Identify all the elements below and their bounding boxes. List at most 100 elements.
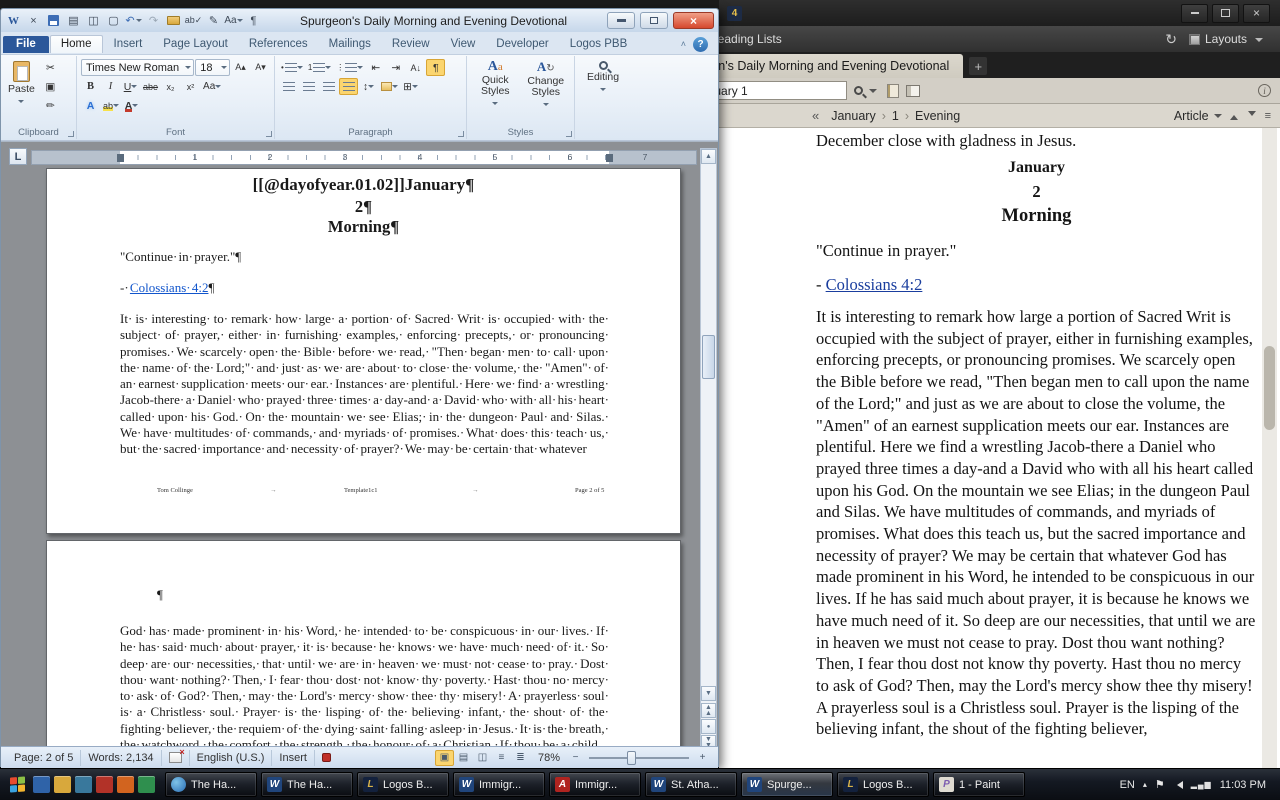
font-size-combo[interactable]: 18 — [195, 59, 230, 76]
dialog-launcher-icon[interactable] — [566, 131, 572, 137]
panel-menu-icon[interactable]: ≡ — [1265, 110, 1271, 122]
copy-button[interactable]: ▣ — [41, 78, 60, 95]
volume-icon[interactable] — [1173, 780, 1183, 789]
book-icon[interactable] — [887, 83, 899, 98]
web-layout-button[interactable]: ◫ — [473, 750, 492, 766]
cut-button[interactable]: ✂ — [41, 59, 60, 76]
back-button[interactable]: « — [812, 108, 819, 123]
action-center-icon[interactable]: ⚑ — [1155, 778, 1165, 791]
next-article-icon[interactable] — [1247, 111, 1256, 120]
justify-button[interactable] — [339, 78, 358, 95]
full-screen-reading-button[interactable]: ▤ — [454, 750, 473, 766]
subscript-button[interactable]: x₂ — [161, 78, 180, 95]
taskbar-window-button[interactable]: W St. Atha... — [645, 772, 737, 797]
dialog-launcher-icon[interactable] — [458, 131, 464, 137]
tab-insert[interactable]: Insert — [104, 36, 153, 53]
dialog-launcher-icon[interactable] — [68, 131, 74, 137]
align-right-button[interactable] — [319, 78, 338, 95]
sort-button[interactable]: A↓ — [406, 59, 425, 76]
zoom-level[interactable]: 78% — [538, 752, 560, 764]
shading-button[interactable] — [379, 78, 400, 95]
proofing-status[interactable] — [162, 747, 190, 766]
taskbar-window-button[interactable]: The Ha... — [165, 772, 257, 797]
spelling-grammar-icon[interactable]: ab✓ — [185, 12, 203, 29]
quick-launch-icon[interactable] — [33, 776, 50, 793]
word-scrollbar[interactable]: ▲ ▼ ▲ ▲ ● ▼ ▼ — [700, 148, 717, 746]
tab-mailings[interactable]: Mailings — [319, 36, 381, 53]
tab-view[interactable]: View — [441, 36, 486, 53]
restore-button[interactable] — [640, 12, 668, 29]
scroll-up-icon[interactable]: ▲ — [701, 149, 716, 164]
quick-launch-icon[interactable] — [54, 776, 71, 793]
previous-article-icon[interactable] — [1229, 111, 1238, 120]
taskbar-window-button-active[interactable]: W Spurge... — [741, 772, 833, 797]
panel-icon[interactable] — [906, 84, 920, 97]
clock[interactable]: 11:03 PM — [1220, 779, 1266, 791]
quick-launch-icon[interactable] — [96, 776, 113, 793]
tab-logos-pbb[interactable]: Logos PBB — [560, 36, 638, 53]
tab-developer[interactable]: Developer — [486, 36, 558, 53]
new-document-icon[interactable]: ▢ — [105, 12, 122, 29]
help-icon[interactable]: ? — [693, 36, 708, 52]
scroll-down-icon[interactable]: ▼ — [701, 686, 716, 701]
right-indent-marker[interactable] — [606, 154, 613, 162]
show-formatting-marks-button[interactable]: ¶ — [426, 59, 446, 76]
scrollbar-thumb[interactable] — [1264, 346, 1275, 430]
close-document-icon[interactable]: × — [25, 12, 42, 29]
logos-scrollbar[interactable] — [1262, 128, 1277, 768]
document-page[interactable]: [[@dayofyear.01.02]]January¶ 2¶ Morning¶… — [46, 168, 681, 534]
taskbar-window-button[interactable]: P1 - Paint — [933, 772, 1025, 797]
taskbar-window-button[interactable]: W The Ha... — [261, 772, 353, 797]
colossians-link[interactable]: Colossians 4:2 — [826, 275, 923, 294]
word-count[interactable]: Words: 2,134 — [81, 749, 162, 766]
next-page-icon[interactable]: ▼ ▼ — [701, 735, 716, 746]
font-name-combo[interactable]: Times New Roman — [81, 59, 195, 76]
language-indicator[interactable]: EN — [1120, 779, 1135, 791]
paste-button[interactable]: Paste — [5, 59, 38, 108]
shrink-font-button[interactable]: A▾ — [251, 59, 270, 76]
select-browse-object-icon[interactable]: ● — [701, 719, 716, 734]
align-left-button[interactable] — [279, 78, 298, 95]
tab-selector[interactable]: L — [9, 148, 27, 165]
logos-minimize-button[interactable] — [1181, 3, 1208, 23]
open-icon[interactable] — [165, 12, 182, 29]
reference-input[interactable] — [719, 81, 847, 100]
tab-page-layout[interactable]: Page Layout — [153, 36, 238, 53]
change-case-icon[interactable]: Aa — [224, 12, 243, 29]
grow-font-button[interactable]: A▴ — [231, 59, 250, 76]
print-preview-icon[interactable]: ◫ — [85, 12, 102, 29]
taskbar-window-button[interactable]: L Logos B... — [357, 772, 449, 797]
quick-launch-icon[interactable] — [138, 776, 155, 793]
redo-icon[interactable]: ↷ — [145, 12, 162, 29]
info-icon[interactable]: i — [1258, 84, 1271, 97]
word-logo-icon[interactable]: W — [5, 12, 22, 29]
breadcrumb-section[interactable]: Evening — [913, 109, 962, 123]
zoom-in-button[interactable]: + — [693, 750, 712, 766]
taskbar-window-button[interactable]: L Logos B... — [837, 772, 929, 797]
print-layout-view-button[interactable]: ▣ — [434, 749, 454, 766]
line-spacing-button[interactable]: ↕ — [359, 78, 378, 95]
page-indicator[interactable]: Page: 2 of 5 — [7, 749, 82, 766]
draft-view-button[interactable]: ≣ — [511, 750, 530, 766]
editing-button[interactable]: Editing — [579, 59, 627, 96]
minimize-ribbon-icon[interactable]: ˄ — [681, 39, 686, 49]
tab-home[interactable]: Home — [49, 35, 103, 53]
logos-close-button[interactable]: × — [1243, 3, 1270, 23]
underline-button[interactable]: U — [121, 78, 140, 95]
search-button[interactable] — [854, 84, 880, 97]
superscript-button[interactable]: x² — [181, 78, 200, 95]
logos-maximize-button[interactable] — [1212, 3, 1239, 23]
quick-styles-button[interactable]: Aa Quick Styles — [471, 59, 520, 110]
increase-indent-button[interactable]: ⇥ — [386, 59, 405, 76]
taskbar-window-button[interactable]: W Immigr... — [453, 772, 545, 797]
breadcrumb-day[interactable]: 1 — [890, 109, 901, 123]
colossians-link[interactable]: Colossians· 4:2 — [130, 280, 209, 295]
text-effects-button[interactable]: A — [81, 97, 100, 114]
zoom-slider-thumb[interactable] — [627, 750, 636, 765]
undo-icon[interactable]: ↶ — [125, 12, 142, 29]
tab-review[interactable]: Review — [382, 36, 440, 53]
numbering-button[interactable]: 1 — [306, 59, 333, 76]
quick-launch-icon[interactable] — [117, 776, 134, 793]
format-painter-button[interactable]: ✏ — [41, 97, 60, 114]
scrollbar-thumb[interactable] — [702, 335, 715, 379]
